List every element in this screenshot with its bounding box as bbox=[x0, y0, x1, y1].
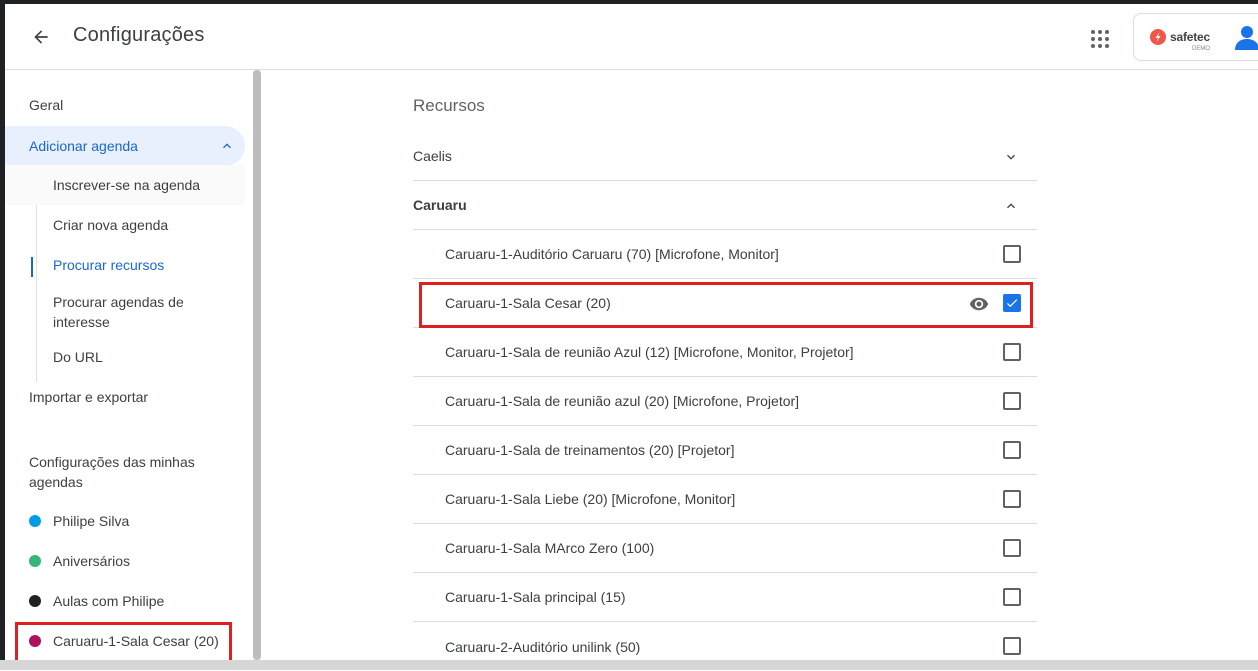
calendar-color-dot bbox=[29, 595, 41, 607]
account-avatar-icon[interactable] bbox=[1232, 22, 1258, 52]
sidebar-item-importar-exportar[interactable]: Importar e exportar bbox=[5, 377, 245, 417]
window-frame-bottom bbox=[0, 660, 1258, 670]
resource-row: Caruaru-1-Sala de treinamentos (20) [Pro… bbox=[413, 426, 1037, 475]
highlight-box-resource bbox=[419, 282, 1033, 328]
chevron-up-icon bbox=[1007, 203, 1015, 209]
resource-group-caelis[interactable]: Caelis bbox=[413, 132, 1037, 181]
sidebar-item-criar-nova-agenda[interactable]: Criar nova agenda bbox=[5, 205, 245, 245]
resource-checkbox[interactable] bbox=[1003, 343, 1021, 361]
resource-checkbox[interactable] bbox=[1003, 245, 1021, 263]
calendar-item-aniversarios[interactable]: Aniversários bbox=[5, 543, 245, 579]
resource-row: Caruaru-1-Sala de reunião azul (20) [Mic… bbox=[413, 377, 1037, 426]
resource-row: Caruaru-1-Sala Liebe (20) [Microfone, Mo… bbox=[413, 475, 1037, 524]
chevron-up-icon bbox=[223, 143, 231, 149]
sidebar-item-geral[interactable]: Geral bbox=[5, 85, 245, 125]
chevron-down-icon bbox=[1007, 154, 1015, 160]
back-button[interactable] bbox=[27, 23, 55, 51]
resource-row: Caruaru-1-Sala de reunião Azul (12) [Mic… bbox=[413, 328, 1037, 377]
my-calendars-section-title: Configurações das minhas agendas bbox=[29, 454, 195, 490]
sidebar-item-do-url[interactable]: Do URL bbox=[5, 337, 245, 377]
sidebar-scroll-thumb[interactable] bbox=[253, 70, 261, 660]
sidebar-scrollbar[interactable] bbox=[253, 70, 261, 660]
resource-group-caruaru[interactable]: Caruaru bbox=[413, 181, 1037, 230]
calendar-color-dot bbox=[29, 555, 41, 567]
settings-sidebar: Geral Adicionar agenda Inscrever-se na a… bbox=[5, 70, 255, 660]
sidebar-item-adicionar-agenda[interactable]: Adicionar agenda bbox=[5, 126, 245, 166]
section-title-recursos: Recursos bbox=[413, 96, 485, 115]
resource-checkbox[interactable] bbox=[1003, 588, 1021, 606]
resource-checkbox[interactable] bbox=[1003, 539, 1021, 557]
sidebar-item-procurar-recursos[interactable]: Procurar recursos bbox=[5, 245, 245, 285]
arrow-left-icon bbox=[34, 30, 48, 44]
brand-name: safetec bbox=[1170, 30, 1210, 44]
resource-checkbox[interactable] bbox=[1003, 490, 1021, 508]
brand-sub: DEMO bbox=[1192, 46, 1210, 52]
resource-row: Caruaru-1-Sala MArco Zero (100) bbox=[413, 524, 1037, 573]
calendar-item-aulas-com-philipe[interactable]: Aulas com Philipe bbox=[5, 583, 245, 619]
resource-row: Caruaru-1-Auditório Caruaru (70) [Microf… bbox=[413, 230, 1037, 279]
page-title: Configurações bbox=[73, 24, 205, 46]
resource-row: Caruaru-1-Sala principal (15) bbox=[413, 573, 1037, 622]
sidebar-item-inscrever-se[interactable]: Inscrever-se na agenda bbox=[5, 165, 245, 205]
brand-logo: safetec bbox=[1150, 29, 1210, 45]
app-header: Configurações safetec DEMO bbox=[5, 4, 1258, 70]
calendar-color-dot bbox=[29, 515, 41, 527]
safetec-logo-icon bbox=[1150, 29, 1166, 45]
apps-button[interactable] bbox=[1085, 24, 1115, 54]
resource-checkbox[interactable] bbox=[1003, 637, 1021, 655]
account-switcher[interactable]: safetec DEMO bbox=[1133, 13, 1258, 61]
sidebar-item-procurar-agendas-interesse[interactable]: Procurar agendas de interesse bbox=[53, 292, 233, 332]
resource-checkbox[interactable] bbox=[1003, 392, 1021, 410]
calendar-item-philipe-silva[interactable]: Philipe Silva bbox=[5, 503, 245, 539]
apps-grid-icon bbox=[1091, 30, 1109, 48]
resource-checkbox[interactable] bbox=[1003, 441, 1021, 459]
